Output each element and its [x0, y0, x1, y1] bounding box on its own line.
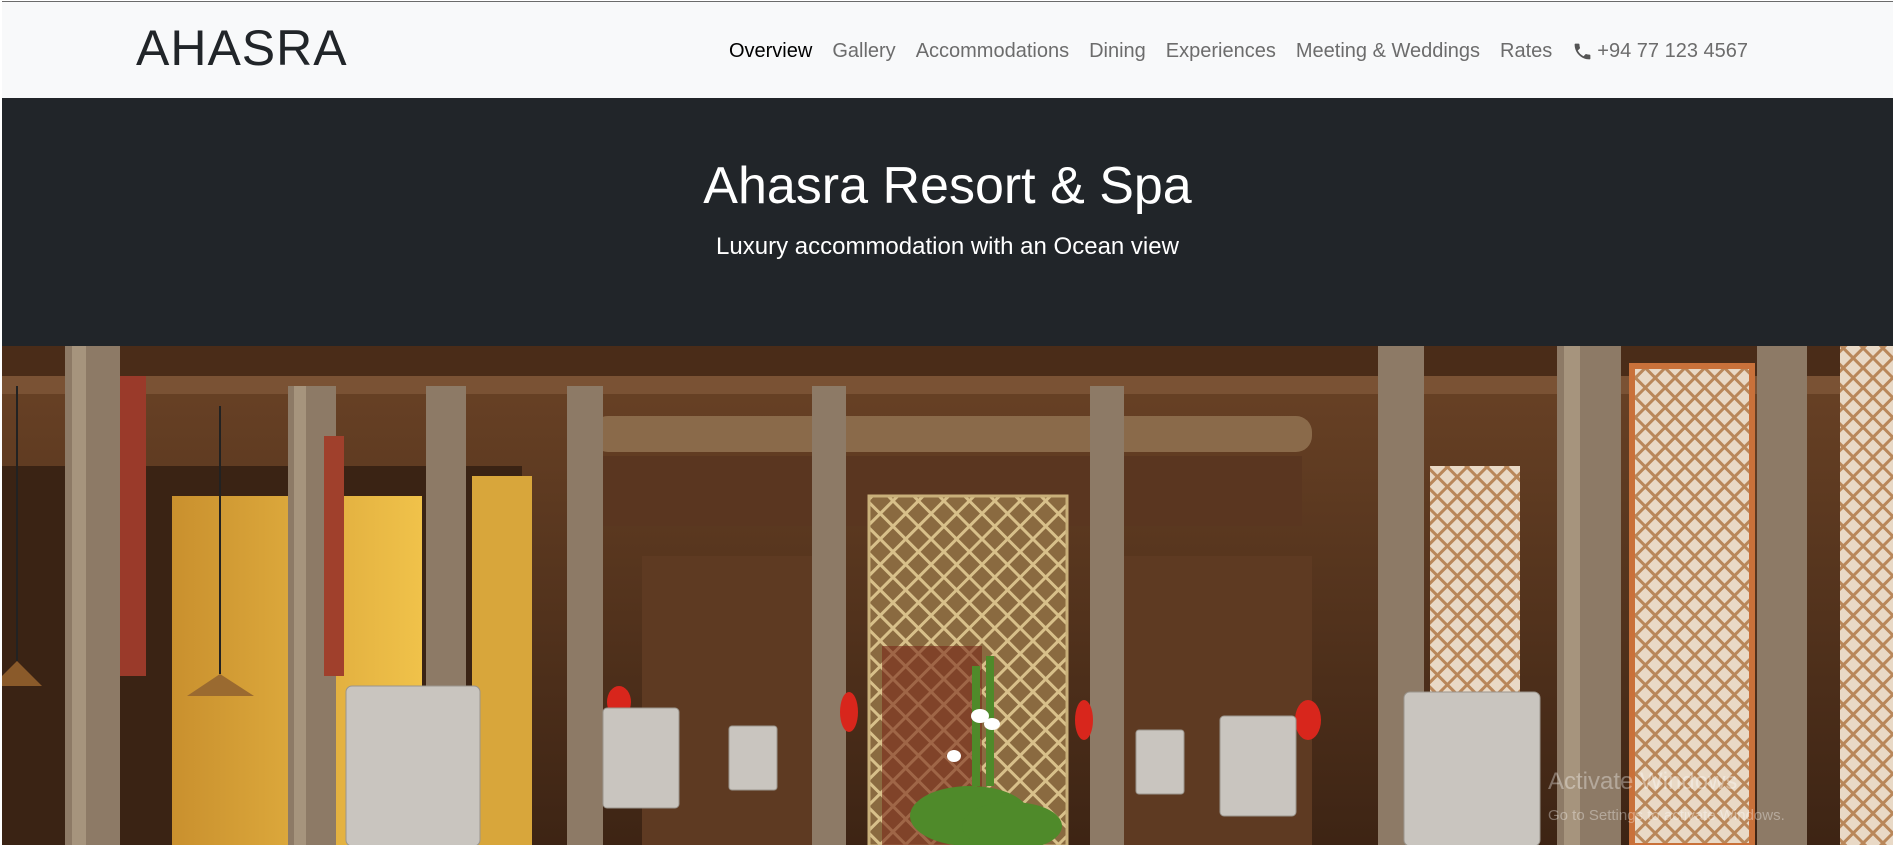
- phone-icon: [1574, 43, 1591, 59]
- hero-banner: Ahasra Resort & Spa Luxury accommodation…: [2, 98, 1893, 346]
- hero-subtitle: Luxury accommodation with an Ocean view: [716, 233, 1179, 260]
- nav-link-experiences[interactable]: Experiences: [1166, 38, 1276, 64]
- browser-viewport: AHASRA Overview Gallery Accommodations D…: [2, 1, 1893, 845]
- nav-link-meeting-weddings[interactable]: Meeting & Weddings: [1296, 38, 1480, 64]
- nav-menu: Overview Gallery Accommodations Dining E…: [729, 38, 1748, 64]
- top-navbar: AHASRA Overview Gallery Accommodations D…: [2, 2, 1893, 98]
- watermark-subtitle: Go to Settings to activate Windows.: [1548, 807, 1785, 824]
- nav-link-rates[interactable]: Rates: [1500, 38, 1552, 64]
- watermark-title: Activate Windows: [1548, 768, 1738, 795]
- nav-link-accommodations[interactable]: Accommodations: [916, 38, 1069, 64]
- activate-windows-watermark: Activate Windows Go to Settings to activ…: [1548, 768, 1785, 830]
- brand-logo[interactable]: AHASRA: [136, 20, 348, 76]
- phone-link[interactable]: +94 77 123 4567: [1572, 38, 1748, 64]
- nav-link-overview[interactable]: Overview: [729, 38, 812, 64]
- nav-link-dining[interactable]: Dining: [1089, 38, 1146, 64]
- nav-link-gallery[interactable]: Gallery: [832, 38, 895, 64]
- phone-number: +94 77 123 4567: [1597, 40, 1748, 62]
- hero-title: Ahasra Resort & Spa: [703, 157, 1192, 215]
- resort-lobby-image: Activate Windows Go to Settings to activ…: [2, 346, 1893, 845]
